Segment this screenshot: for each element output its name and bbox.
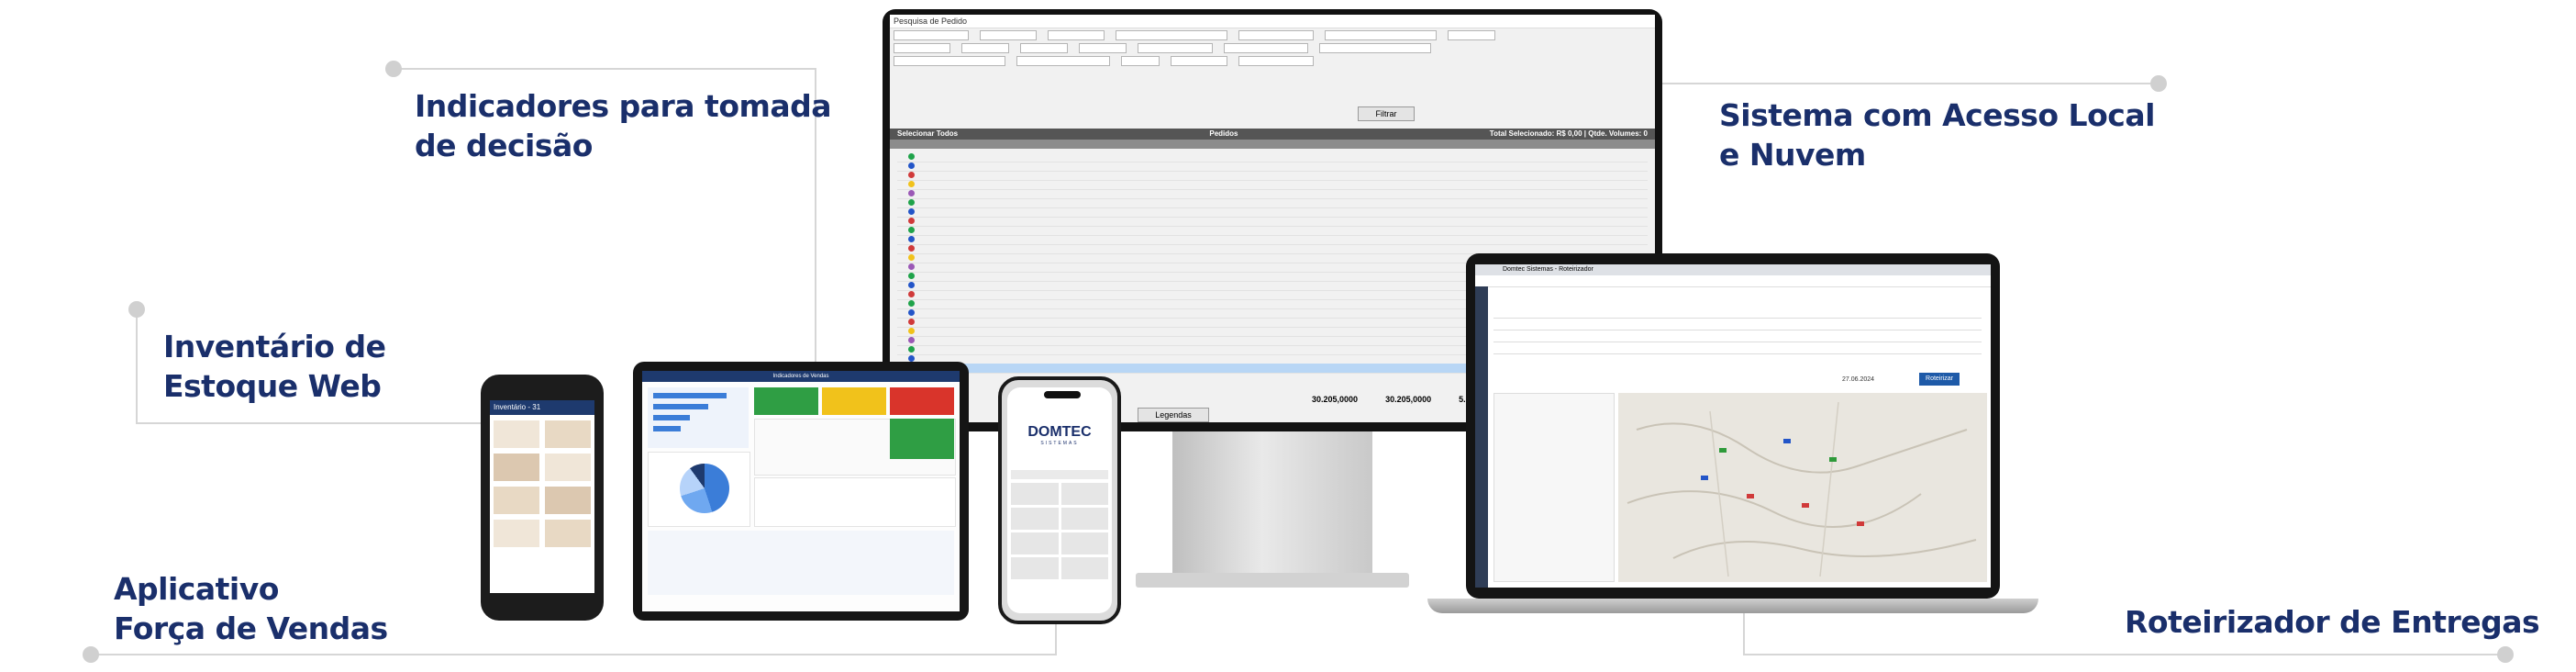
domtec-logo-sub: SISTEMAS [1040,441,1079,446]
laptop: Domtec Sistemas - Roteirizador 27.06.202… [1466,253,2000,599]
connector-estoque-h [136,422,484,424]
label-inventario: Inventário de Estoque Web [163,329,386,404]
product-grid [494,420,591,589]
status-icon [908,153,915,160]
tablet: Indicadores de Vendas [633,362,969,621]
filtrar-button[interactable]: Filtrar [1358,106,1415,121]
connector-dot [385,61,402,77]
phone-header [1011,470,1108,479]
status-icon [908,263,915,270]
status-icon [908,172,915,178]
connector-forca-v [1055,624,1057,655]
connector-roteirizador [1743,613,1745,654]
legendas-button[interactable]: Legendas [1138,408,1209,422]
filter-panel [890,28,1655,71]
inventory-title: Inventário - 31 [490,400,594,415]
status-icon [908,181,915,187]
status-icon [908,355,915,362]
grid-totals: 30.205,000030.205,00005.02 [1312,395,1475,404]
grid-header: Selecionar Todos Pedidos Total Seleciona… [890,129,1655,140]
delivery-list [1493,307,1982,362]
status-icon [908,236,915,242]
status-icon [908,319,915,325]
dashboard-title: Indicadores de Vendas [642,371,960,382]
phone-notch [1044,391,1081,398]
browser-address-bar[interactable] [1475,275,1991,287]
route-details-panel [1493,393,1615,582]
smartphone-screen: DOMTEC SISTEMAS [1007,387,1112,613]
kpi-yellow [822,387,886,415]
status-icon [908,245,915,252]
kpi-table-green [890,419,954,459]
smartphone: DOMTEC SISTEMAS [998,376,1121,624]
date-field[interactable]: 27.06.2024 [1842,376,1874,383]
status-icon [908,309,915,316]
roteirizar-button[interactable]: Roteirizar [1919,373,1960,386]
laptop-screen: Domtec Sistemas - Roteirizador 27.06.202… [1475,264,1991,588]
status-icon [908,190,915,196]
connector-dot [2150,75,2167,92]
label-indicadores: Indicadores para tomada de decisão [415,88,832,163]
window-title: Pesquisa de Pedido [890,15,1655,28]
status-icon [908,208,915,215]
status-icon [908,254,915,261]
browser-tab: Domtec Sistemas - Roteirizador [1475,264,1991,275]
grid-column-header [890,140,1655,149]
phone-menu [1011,483,1108,579]
app-sidebar [1475,286,1488,588]
label-acesso: Sistema com Acesso Local e Nuvem [1719,97,2155,173]
connector-dot [83,646,99,663]
status-icon [908,282,915,288]
connector-forca [92,654,1055,655]
label-forca-vendas: Aplicativo Força de Vendas [114,571,388,646]
kpi-red [890,387,954,415]
pie-chart-panel [648,452,750,527]
laptop-base [1427,599,2038,613]
status-icon [908,300,915,307]
monitor-base [1136,573,1409,588]
summary-panel [648,531,954,595]
handheld-screen: Inventário - 31 [490,400,594,593]
bar-chart-panel [648,387,749,448]
connector-dot [2497,646,2514,663]
detail-table [754,477,956,527]
status-icon [908,291,915,297]
status-icon [908,273,915,279]
status-icon [908,337,915,343]
monitor-stand [1172,431,1372,578]
tablet-screen: Indicadores de Vendas [642,371,960,611]
route-map[interactable] [1618,393,1987,582]
connector-roteirizador-h [1743,654,2504,655]
connector-acesso [1662,83,2158,84]
handheld-collector: Inventário - 31 [481,375,604,621]
domtec-logo: DOMTEC [1027,424,1092,440]
status-icon [908,346,915,353]
map-routes [1627,401,1977,577]
status-icon [908,227,915,233]
connector-estoque [136,308,138,424]
connector-decisao [394,68,816,70]
status-icon [908,199,915,206]
label-roteirizador: Roteirizador de Entregas [2125,604,2540,640]
connector-dot [128,301,145,318]
status-icon [908,328,915,334]
status-icon [908,162,915,169]
status-icon [908,218,915,224]
kpi-green [754,387,818,415]
